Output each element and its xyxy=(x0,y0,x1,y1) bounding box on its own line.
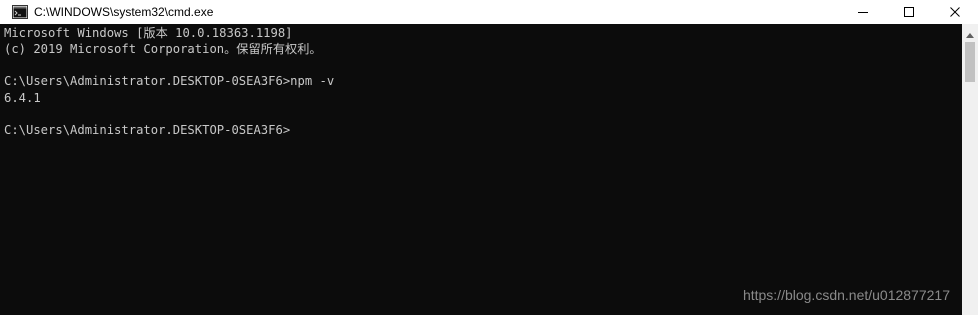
minimize-icon xyxy=(857,3,869,22)
maximize-button[interactable] xyxy=(886,0,932,24)
window-title: C:\WINDOWS\system32\cmd.exe xyxy=(34,5,214,19)
console-prompt: C:\Users\Administrator.DESKTOP-0SEA3F6> xyxy=(4,123,291,137)
console-line: (c) 2019 Microsoft Corporation。保留所有权利。 xyxy=(4,42,322,56)
close-icon xyxy=(949,3,961,22)
console-line: 6.4.1 xyxy=(4,91,41,105)
scroll-up-button[interactable] xyxy=(962,24,978,41)
cmd-window: C:\WINDOWS\system32\cmd.exe Microsoft Wi… xyxy=(0,0,978,315)
chevron-up-icon xyxy=(966,23,974,42)
title-bar[interactable]: C:\WINDOWS\system32\cmd.exe xyxy=(0,0,978,24)
close-button[interactable] xyxy=(932,0,978,24)
console-output[interactable]: Microsoft Windows [版本 10.0.18363.1198] (… xyxy=(0,24,962,315)
watermark-text: https://blog.csdn.net/u012877217 xyxy=(742,287,950,303)
vertical-scrollbar[interactable] xyxy=(962,24,978,315)
console-line: C:\Users\Administrator.DESKTOP-0SEA3F6>n… xyxy=(4,74,335,88)
console-line: Microsoft Windows [版本 10.0.18363.1198] xyxy=(4,26,293,40)
window-controls xyxy=(840,0,978,24)
maximize-icon xyxy=(903,3,915,22)
minimize-button[interactable] xyxy=(840,0,886,24)
scroll-thumb[interactable] xyxy=(965,42,975,82)
cmd-icon[interactable] xyxy=(12,4,28,20)
